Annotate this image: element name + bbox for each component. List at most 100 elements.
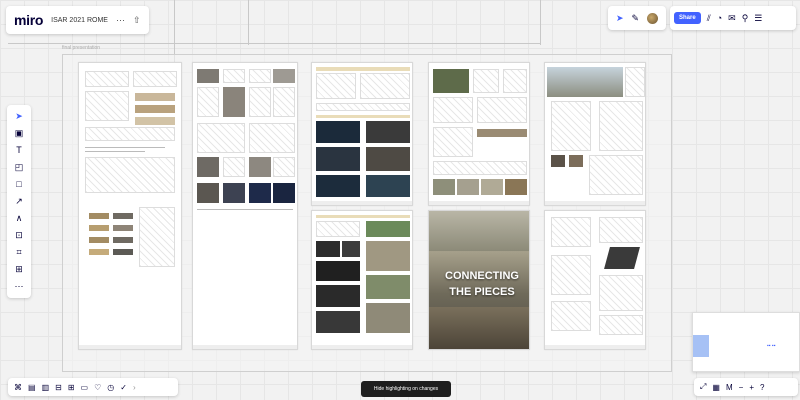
- image-block: [316, 115, 410, 118]
- thumbnail: [273, 87, 295, 117]
- thumbnail: [316, 73, 356, 99]
- comment-icon[interactable]: ⊡: [15, 230, 23, 240]
- image-block: [551, 155, 565, 167]
- zoom-in-button[interactable]: +: [749, 383, 754, 392]
- board-panel-2[interactable]: [192, 62, 298, 350]
- thumbnail: [249, 123, 295, 153]
- image-block: [366, 275, 410, 299]
- board-title[interactable]: ISAR 2021 ROME: [51, 17, 108, 24]
- more-icon[interactable]: ⋯: [15, 281, 24, 291]
- upload-icon[interactable]: ⇧: [133, 15, 141, 26]
- thumbnail: [473, 69, 499, 93]
- image-block: [223, 183, 245, 203]
- thumbnail: [599, 275, 643, 311]
- thumbnail: [360, 73, 410, 99]
- thumbnail: [599, 315, 643, 335]
- upload-icon[interactable]: ⊞: [15, 264, 23, 274]
- thumbnail: [133, 71, 177, 87]
- thumbnail: [625, 67, 645, 97]
- image-block: [113, 213, 133, 219]
- minimap[interactable]: ▪▪ ▪▪: [692, 312, 800, 372]
- canvas-guide-line: [248, 0, 249, 45]
- vote-icon[interactable]: ✓: [120, 383, 127, 392]
- image-block: [316, 261, 360, 281]
- image-block: [366, 303, 410, 333]
- present-icon[interactable]: ⫽: [707, 13, 711, 24]
- thumbnail: [551, 255, 591, 295]
- image-block: [604, 247, 640, 269]
- text-line: [197, 209, 293, 210]
- fit-icon[interactable]: ⤢: [700, 382, 706, 392]
- pen-icon[interactable]: ✎: [632, 13, 640, 24]
- miro-logo[interactable]: miro: [14, 12, 43, 28]
- poster-photo-bottom: [429, 307, 529, 349]
- menu-icon[interactable]: ☰: [754, 13, 762, 24]
- left-toolbar: ➤ ▣ T ◰ □ ↗ ∧ ⊡ ⌗ ⊞ ⋯: [7, 105, 31, 298]
- image-block: [366, 121, 410, 143]
- card-icon[interactable]: ▤: [28, 383, 36, 392]
- image-block: [316, 175, 360, 197]
- minimap-viewport[interactable]: [693, 335, 709, 357]
- poster-title-line1: CONNECTING: [445, 270, 519, 282]
- image-block: [316, 241, 340, 257]
- board-footer: [193, 345, 297, 349]
- image-block: [316, 215, 410, 218]
- board-panel-1[interactable]: [78, 62, 182, 350]
- zoom-out-button[interactable]: −: [739, 383, 744, 392]
- image-block: [223, 87, 245, 117]
- chevron-icon[interactable]: ›: [133, 383, 136, 392]
- like-icon[interactable]: ♡: [94, 383, 101, 392]
- board-footer: [429, 201, 529, 205]
- thumbnail: [249, 87, 271, 117]
- thumbnail: [85, 71, 129, 87]
- image-block: [433, 69, 469, 93]
- image-block: [197, 183, 219, 203]
- poster-photo-top: [429, 211, 529, 251]
- image-block: [89, 237, 109, 243]
- thumbnail: [139, 207, 175, 267]
- image-block: [135, 93, 175, 101]
- crop-frame-icon[interactable]: ⌗: [16, 247, 21, 257]
- timer-icon[interactable]: ◔: [717, 13, 722, 23]
- canvas-guide-line: [540, 0, 541, 45]
- image-block: [477, 129, 527, 137]
- sticky-icon[interactable]: ▭: [81, 383, 89, 392]
- board-panel-6[interactable]: [544, 62, 646, 206]
- board-icon[interactable]: ⊟: [55, 383, 62, 392]
- sticky-note-icon[interactable]: ◰: [15, 162, 24, 172]
- ellipsis-icon[interactable]: ⋯: [116, 15, 125, 26]
- toast-message[interactable]: Hide highlighting on changes: [361, 381, 451, 397]
- image-block: [249, 183, 271, 203]
- zoom-label[interactable]: M: [726, 383, 733, 392]
- share-button[interactable]: Share: [674, 12, 701, 24]
- pen-icon[interactable]: ∧: [16, 213, 23, 223]
- search-icon[interactable]: ⚲: [742, 13, 749, 24]
- image-block: [342, 241, 360, 257]
- board-footer: [312, 201, 412, 205]
- select-icon[interactable]: ➤: [15, 111, 23, 121]
- map-icon[interactable]: ▦: [712, 383, 720, 392]
- timer-icon[interactable]: ◷: [107, 383, 114, 392]
- board-footer: [79, 345, 181, 349]
- thumbnail: [503, 69, 527, 93]
- board-panel-4[interactable]: [311, 210, 413, 350]
- arrow-icon[interactable]: ↗: [15, 196, 23, 206]
- template-icon[interactable]: ⊞: [68, 383, 75, 392]
- grid-icon[interactable]: ⌘: [14, 383, 22, 392]
- image-block: [89, 225, 109, 231]
- text-line: [85, 151, 145, 152]
- board-panel-7[interactable]: [544, 210, 646, 350]
- board-panel-5[interactable]: [428, 62, 530, 206]
- avatar[interactable]: [647, 12, 659, 24]
- layout-icon[interactable]: ▥: [42, 383, 50, 392]
- frame-icon[interactable]: ▣: [15, 128, 24, 138]
- shape-icon[interactable]: □: [16, 179, 21, 189]
- board-panel-3[interactable]: [311, 62, 413, 206]
- help-icon[interactable]: ?: [760, 383, 764, 392]
- image-block: [89, 249, 109, 255]
- thumbnail: [316, 103, 410, 111]
- text-icon[interactable]: T: [16, 145, 22, 155]
- cursor-icon[interactable]: ➤: [616, 13, 624, 24]
- comment-icon[interactable]: ✉: [728, 13, 736, 24]
- thumbnail: [477, 97, 527, 123]
